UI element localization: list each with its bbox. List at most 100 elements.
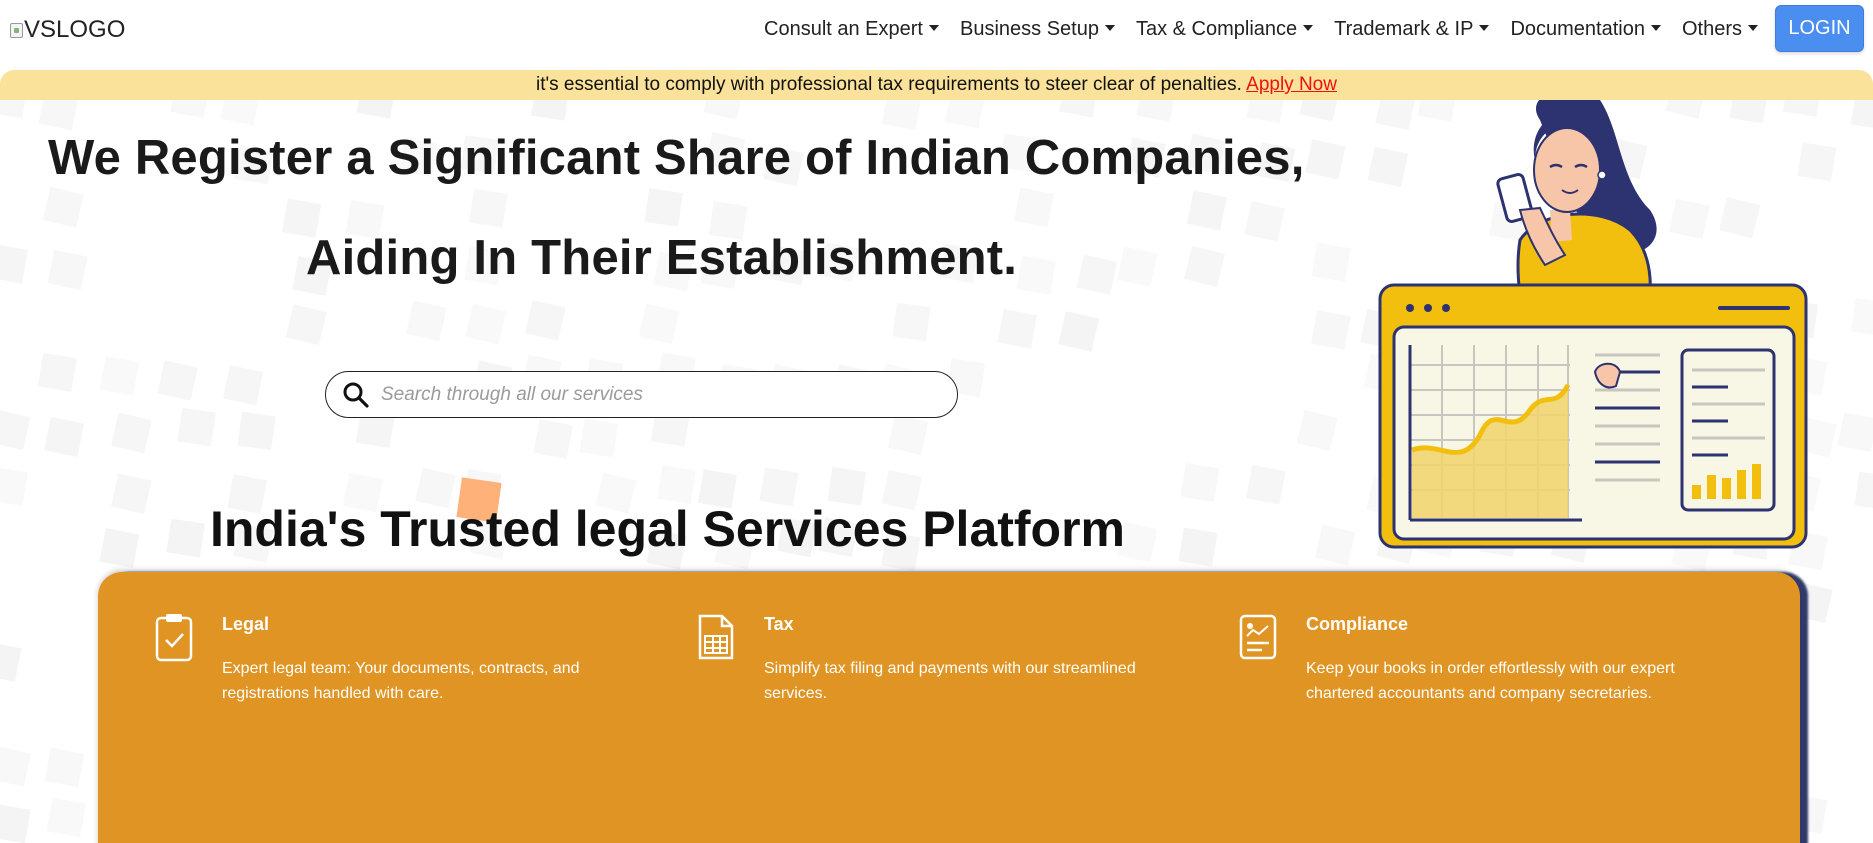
main-menu: Consult an Expert Business Setup Tax & C… xyxy=(764,18,1779,41)
background-square xyxy=(157,360,198,401)
background-square xyxy=(944,100,986,129)
services-card: Legal Expert legal team: Your documents,… xyxy=(98,572,1800,843)
background-square xyxy=(1058,311,1100,352)
service-description: Keep your books in order effortlessly wi… xyxy=(1306,660,1675,702)
navbar: VSLOGO Consult an Expert Business Setup … xyxy=(0,0,1873,66)
login-button[interactable]: LOGIN xyxy=(1775,5,1864,52)
service-description: Simplify tax filing and payments with ou… xyxy=(764,660,1136,702)
background-square xyxy=(1136,100,1176,122)
background-square xyxy=(237,411,276,451)
background-square xyxy=(1850,297,1873,337)
service-description: Expert legal team: Your documents, contr… xyxy=(222,660,580,702)
tax-document-icon xyxy=(698,614,734,660)
nav-business-setup[interactable]: Business Setup xyxy=(960,18,1115,41)
background-square xyxy=(638,303,680,345)
background-square xyxy=(222,365,264,406)
background-square xyxy=(1014,187,1055,228)
background-square xyxy=(1245,464,1286,505)
background-square xyxy=(0,641,22,682)
background-square xyxy=(1180,462,1220,502)
nav-label: Others xyxy=(1681,18,1743,40)
hero-headline-line1: We Register a Significant Share of India… xyxy=(48,131,1305,185)
nav-label: Tax & Compliance xyxy=(1135,18,1298,40)
background-square xyxy=(166,518,205,558)
background-square xyxy=(170,100,211,119)
nav-label: Trademark & IP xyxy=(1334,18,1474,40)
background-square xyxy=(47,249,88,290)
background-square xyxy=(468,188,508,228)
background-square xyxy=(44,416,85,457)
background-square xyxy=(1299,100,1340,122)
background-square xyxy=(525,300,566,341)
background-square xyxy=(356,100,397,119)
background-square xyxy=(38,100,79,131)
service-title: Legal xyxy=(222,614,270,634)
caret-down-icon xyxy=(1650,24,1661,31)
background-square xyxy=(0,409,31,451)
service-search[interactable] xyxy=(325,371,958,418)
service-title: Tax xyxy=(764,614,794,634)
nav-label: Consult an Expert xyxy=(764,18,923,40)
broken-image-icon xyxy=(10,22,23,38)
nav-label: Business Setup xyxy=(959,18,1099,40)
background-square xyxy=(530,100,570,121)
nav-documentation[interactable]: Documentation xyxy=(1510,18,1661,41)
background-square xyxy=(46,797,87,838)
caret-down-icon xyxy=(1104,24,1115,31)
nav-others[interactable]: Others xyxy=(1681,18,1759,41)
background-square xyxy=(997,308,1038,349)
background-square xyxy=(0,746,31,787)
search-icon xyxy=(343,382,369,408)
nav-tax-compliance[interactable]: Tax & Compliance xyxy=(1135,18,1314,41)
background-square xyxy=(1854,471,1873,511)
background-square xyxy=(465,303,507,345)
background-square xyxy=(1246,100,1286,124)
nav-consult-an-expert[interactable]: Consult an Expert xyxy=(764,18,939,41)
caret-down-icon xyxy=(1748,24,1759,31)
background-square xyxy=(703,100,744,120)
hero-tagline: India's Trusted legal Services Platform xyxy=(210,501,1126,557)
background-square xyxy=(0,466,28,506)
background-square xyxy=(1837,412,1873,453)
announcement-bar: it's essential to comply with profession… xyxy=(0,70,1873,100)
background-square xyxy=(1117,246,1158,287)
background-square xyxy=(99,528,140,568)
background-square xyxy=(0,244,29,284)
background-square xyxy=(1186,190,1227,231)
site-logo[interactable]: VSLOGO xyxy=(10,16,125,44)
background-square xyxy=(1016,255,1056,295)
service-title: Compliance xyxy=(1306,614,1409,634)
caret-down-icon xyxy=(928,24,939,31)
report-document-icon xyxy=(1239,614,1277,660)
background-square xyxy=(1244,200,1285,242)
background-square xyxy=(1305,139,1346,180)
caret-down-icon xyxy=(1303,24,1314,31)
background-square xyxy=(1183,245,1225,288)
background-square xyxy=(1296,409,1338,451)
nav-trademark-ip[interactable]: Trademark & IP xyxy=(1334,18,1490,41)
background-square xyxy=(177,407,216,447)
background-square xyxy=(1314,524,1356,566)
background-square xyxy=(579,418,619,458)
background-square xyxy=(644,188,683,227)
background-square xyxy=(1178,527,1218,567)
background-square xyxy=(657,465,696,505)
background-square xyxy=(887,414,929,456)
background-square xyxy=(0,804,31,843)
background-square xyxy=(110,412,152,454)
background-square xyxy=(0,100,28,119)
search-input[interactable] xyxy=(381,383,921,406)
apply-now-link[interactable]: Apply Now xyxy=(1246,74,1337,95)
background-square xyxy=(110,473,152,514)
background-square xyxy=(44,747,85,788)
hero-headline-line2: Aiding In Their Establishment. xyxy=(306,231,1018,285)
background-square xyxy=(1058,100,1099,118)
background-square xyxy=(892,302,931,342)
background-square xyxy=(99,355,140,396)
background-square xyxy=(37,352,77,392)
background-square xyxy=(1076,254,1118,296)
caret-down-icon xyxy=(1479,24,1490,31)
announcement-text: it's essential to comply with profession… xyxy=(536,74,1242,95)
background-square xyxy=(1850,100,1873,130)
background-square xyxy=(220,100,261,126)
